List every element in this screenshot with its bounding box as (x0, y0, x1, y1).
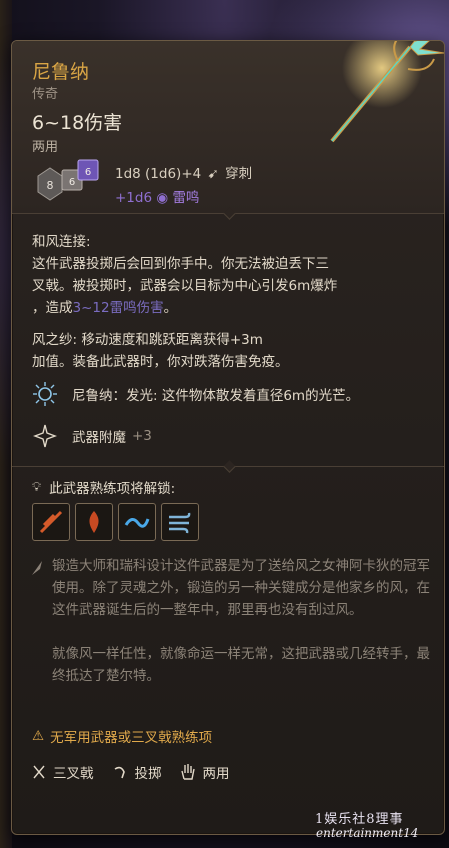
extra-damage-roll: +1d6 ◉ 雷鸣 (115, 186, 199, 206)
wind-heading: 和风连接: (32, 234, 91, 250)
enchant-label: 武器附魔 (72, 430, 126, 446)
item-rarity: 传奇 (32, 87, 59, 102)
die-label: 6 (85, 167, 91, 178)
tag-trident[interactable]: 三叉戟 (32, 762, 94, 782)
enchant-ability[interactable]: 武器附魔 +3 (32, 421, 152, 451)
wind-gust-icon[interactable] (161, 503, 199, 541)
wind-line-text: ，造成 (32, 300, 73, 316)
gauze-line: 加值。装备此武器时，你对跌落伤害免疫。 (32, 354, 289, 370)
hand-icon (180, 764, 195, 780)
lore-paragraph: 锻造大师和瑞科设计这件武器是为了送给风之女神阿卡狄的冠军使用。除了灵魂之外，锻造… (52, 558, 430, 618)
divider-notch (223, 460, 236, 473)
mastery-icon-row (32, 503, 199, 541)
wind-line: ，造成3~12雷鸣伤害。 (32, 297, 337, 319)
enchant-value: +3 (132, 428, 152, 444)
warning-icon: ⚠ (32, 728, 45, 744)
roll-extra-type: 雷鸣 (172, 190, 200, 206)
lore-paragraph: 就像风一样任性，就像命运一样无常，这把武器或几经转手，最终抵达了楚尔特。 (52, 646, 430, 684)
roll-extra: +1d6 (115, 190, 153, 206)
wind-line-text: 。 (163, 300, 178, 316)
damage-dice-icon: 8 6 6 (37, 159, 99, 201)
slash-skill-icon[interactable] (32, 503, 70, 541)
item-name: 尼鲁纳 (32, 61, 90, 83)
enchant-icon (33, 424, 57, 448)
flame-strike-icon[interactable] (75, 503, 113, 541)
bulb-icon: 💡︎ (32, 479, 42, 495)
glow-icon (33, 382, 57, 406)
glow-ability-label: 尼鲁纳：发光: 这件物体散发着直径6m的光芒。 (72, 388, 360, 404)
trident-weapon-image (330, 41, 444, 143)
wind-gauze-desc: 风之纱: 移动速度和跳跃距离获得+3m 加值。装备此武器时，你对跌落伤害免疫。 (32, 329, 289, 373)
tag-label: 投掷 (134, 766, 162, 782)
thunder-icon: ◉ (156, 190, 169, 206)
quill-icon (32, 561, 42, 575)
watermark-line2: entertainment14 (316, 826, 419, 840)
wind-line: 这件武器投掷后会回到你手中。你无法被迫丢下三 (32, 256, 329, 272)
tag-throw[interactable]: 投掷 (112, 762, 162, 782)
throw-icon (114, 766, 125, 779)
pierce-icon: ➹ (207, 166, 219, 182)
weapon-tags: 三叉戟 投掷 两用 (32, 762, 248, 782)
item-damage: 6~18伤害 (32, 112, 123, 134)
tag-label: 三叉戟 (53, 766, 94, 782)
wave-skill-icon[interactable] (118, 503, 156, 541)
die-label: 8 (47, 179, 54, 192)
item-handedness: 两用 (32, 140, 59, 155)
tag-versatile[interactable]: 两用 (180, 762, 230, 782)
roll-main: 1d8 (1d6)+4 (115, 166, 202, 182)
gauze-line: 风之纱: 移动速度和跳跃距离获得+3m (32, 332, 263, 348)
warning-text: 无军用武器或三叉戟熟练项 (50, 730, 213, 746)
lore-text: 锻造大师和瑞科设计这件武器是为了送给风之女神阿卡狄的冠军使用。除了灵魂之外，锻造… (52, 555, 432, 687)
roll-type: 穿刺 (225, 166, 253, 182)
tag-label: 两用 (202, 766, 230, 782)
damage-roll: 1d8 (1d6)+4 ➹ 穿刺 (115, 162, 252, 182)
trident-icon (33, 765, 45, 779)
glow-ability[interactable]: 尼鲁纳：发光: 这件物体散发着直径6m的光芒。 (32, 379, 359, 409)
thunder-damage-link[interactable]: 3~12雷鸣伤害 (73, 300, 164, 316)
wind-connection-desc: 和风连接: 这件武器投掷后会回到你手中。你无法被迫丢下三 叉戟。被投掷时，武器会… (32, 231, 337, 319)
die-label: 6 (69, 177, 75, 188)
item-tooltip-card: 尼鲁纳 传奇 6~18伤害 两用 8 6 6 1d8 (1d6)+4 ➹ 穿刺 … (11, 40, 445, 835)
mastery-heading-row: 💡︎ 此武器熟练项将解锁: (32, 477, 176, 498)
mastery-heading: 此武器熟练项将解锁: (49, 481, 176, 497)
watermark-line1: 1娱乐社8理事 (315, 812, 404, 827)
wind-line: 叉戟。被投掷时，武器会以目标为中心引发6m爆炸 (32, 278, 338, 294)
proficiency-warning: ⚠ 无军用武器或三叉戟熟练项 (32, 726, 212, 746)
